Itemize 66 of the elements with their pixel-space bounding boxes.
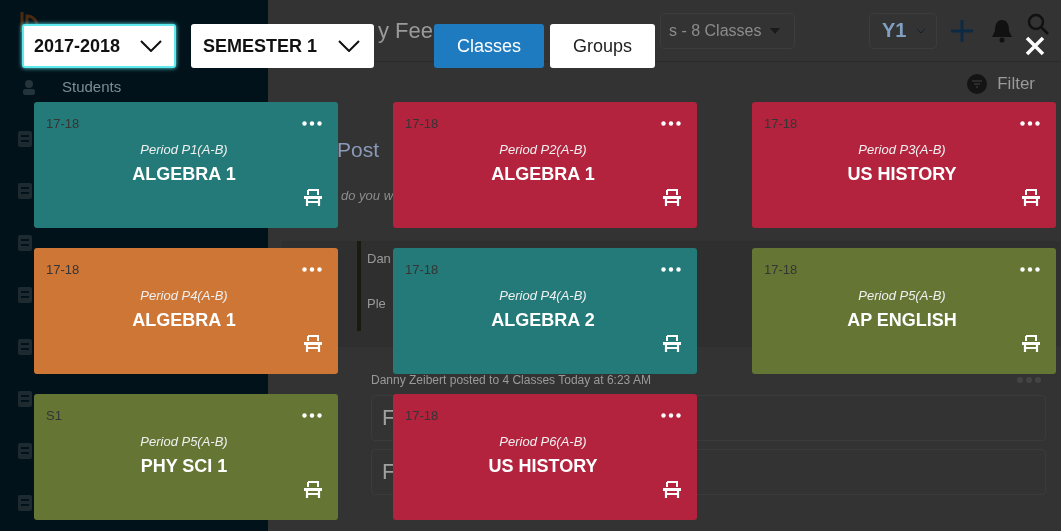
class-name: US HISTORY — [488, 456, 598, 477]
class-card[interactable]: 17-18 Period P6(A-B) US HISTORY — [393, 394, 697, 520]
class-name: ALGEBRA 1 — [132, 310, 236, 331]
class-name: PHY SCI 1 — [140, 456, 228, 477]
period-label: Period P1(A-B) — [140, 142, 228, 157]
more-icon[interactable] — [302, 120, 322, 126]
class-name: ALGEBRA 2 — [491, 310, 595, 331]
filter-link[interactable]: Filter — [997, 74, 1035, 94]
period-label: Period P4(A-B) — [140, 288, 228, 303]
period-label: Period P2(A-B) — [499, 142, 587, 157]
term-label: 17-18 — [764, 115, 798, 131]
term-label: 17-18 — [405, 115, 439, 131]
post-heading: Post — [337, 138, 380, 162]
more-icon[interactable] — [1020, 120, 1040, 126]
more-icon[interactable] — [302, 266, 322, 272]
desk-icon[interactable] — [1022, 189, 1040, 207]
more-icon[interactable] — [661, 412, 681, 418]
term-label: 17-18 — [46, 115, 80, 131]
desk-icon[interactable] — [663, 189, 681, 207]
tab[interactable]: Classes — [434, 24, 544, 68]
class-name: AP ENGLISH — [847, 310, 957, 331]
period-label: Period P5(A-B) — [858, 288, 946, 303]
class-card[interactable]: 17-18 Period P4(A-B) ALGEBRA 2 — [393, 248, 697, 374]
year-dropdown[interactable]: Y1 — [869, 12, 937, 49]
tab[interactable]: Groups — [550, 24, 655, 68]
term-label: 17-18 — [46, 261, 80, 277]
post-prompt: do you w — [341, 188, 394, 203]
class-card[interactable]: 17-18 Period P4(A-B) ALGEBRA 1 — [34, 248, 338, 374]
chevron-icon — [140, 40, 162, 52]
desk-icon[interactable] — [1022, 335, 1040, 353]
class-name: ALGEBRA 1 — [132, 164, 236, 185]
period-label: Period P4(A-B) — [499, 288, 587, 303]
class-card[interactable]: 17-18 Period P1(A-B) ALGEBRA 1 — [34, 102, 338, 228]
more-icon[interactable] — [302, 412, 322, 418]
select-dropdown[interactable]: SEMESTER 1 — [191, 24, 374, 68]
chevron-icon — [916, 27, 927, 34]
desk-icon[interactable] — [304, 481, 322, 499]
select-dropdown[interactable]: 2017-2018 — [22, 24, 176, 68]
term-label: 17-18 — [764, 261, 798, 277]
page-title: y Fee — [378, 17, 434, 44]
term-label: S1 — [46, 407, 62, 423]
class-name: ALGEBRA 1 — [491, 164, 595, 185]
more-icon[interactable] — [1020, 266, 1040, 272]
period-label: Period P5(A-B) — [140, 434, 228, 449]
class-card[interactable]: 17-18 Period P2(A-B) ALGEBRA 1 — [393, 102, 697, 228]
desk-icon[interactable] — [663, 335, 681, 353]
class-card[interactable]: 17-18 Period P5(A-B) AP ENGLISH — [752, 248, 1056, 374]
post-byline: Danny Zeibert posted to 4 Classes Today at 6:23 AM — [371, 373, 651, 387]
post-message: Ple — [367, 296, 386, 311]
term-label: 17-18 — [405, 407, 439, 423]
caret-icon — [770, 27, 780, 34]
desk-icon[interactable] — [663, 481, 681, 499]
post-author: Dan — [367, 251, 391, 266]
more-icon[interactable] — [661, 266, 681, 272]
class-card[interactable]: S1 Period P5(A-B) PHY SCI 1 — [34, 394, 338, 520]
term-label: 17-18 — [405, 261, 439, 277]
chevron-icon — [338, 40, 360, 52]
class-name: US HISTORY — [847, 164, 957, 185]
desk-icon[interactable] — [304, 335, 322, 353]
class-dropdown[interactable]: s - 8 Classes — [660, 12, 795, 49]
desk-icon[interactable] — [304, 189, 322, 207]
close-icon[interactable] — [1025, 36, 1045, 56]
more-icon[interactable] — [661, 120, 681, 126]
class-card[interactable]: 17-18 Period P3(A-B) US HISTORY — [752, 102, 1056, 228]
period-label: Period P3(A-B) — [858, 142, 946, 157]
sidebar-item[interactable]: Students — [62, 78, 122, 95]
